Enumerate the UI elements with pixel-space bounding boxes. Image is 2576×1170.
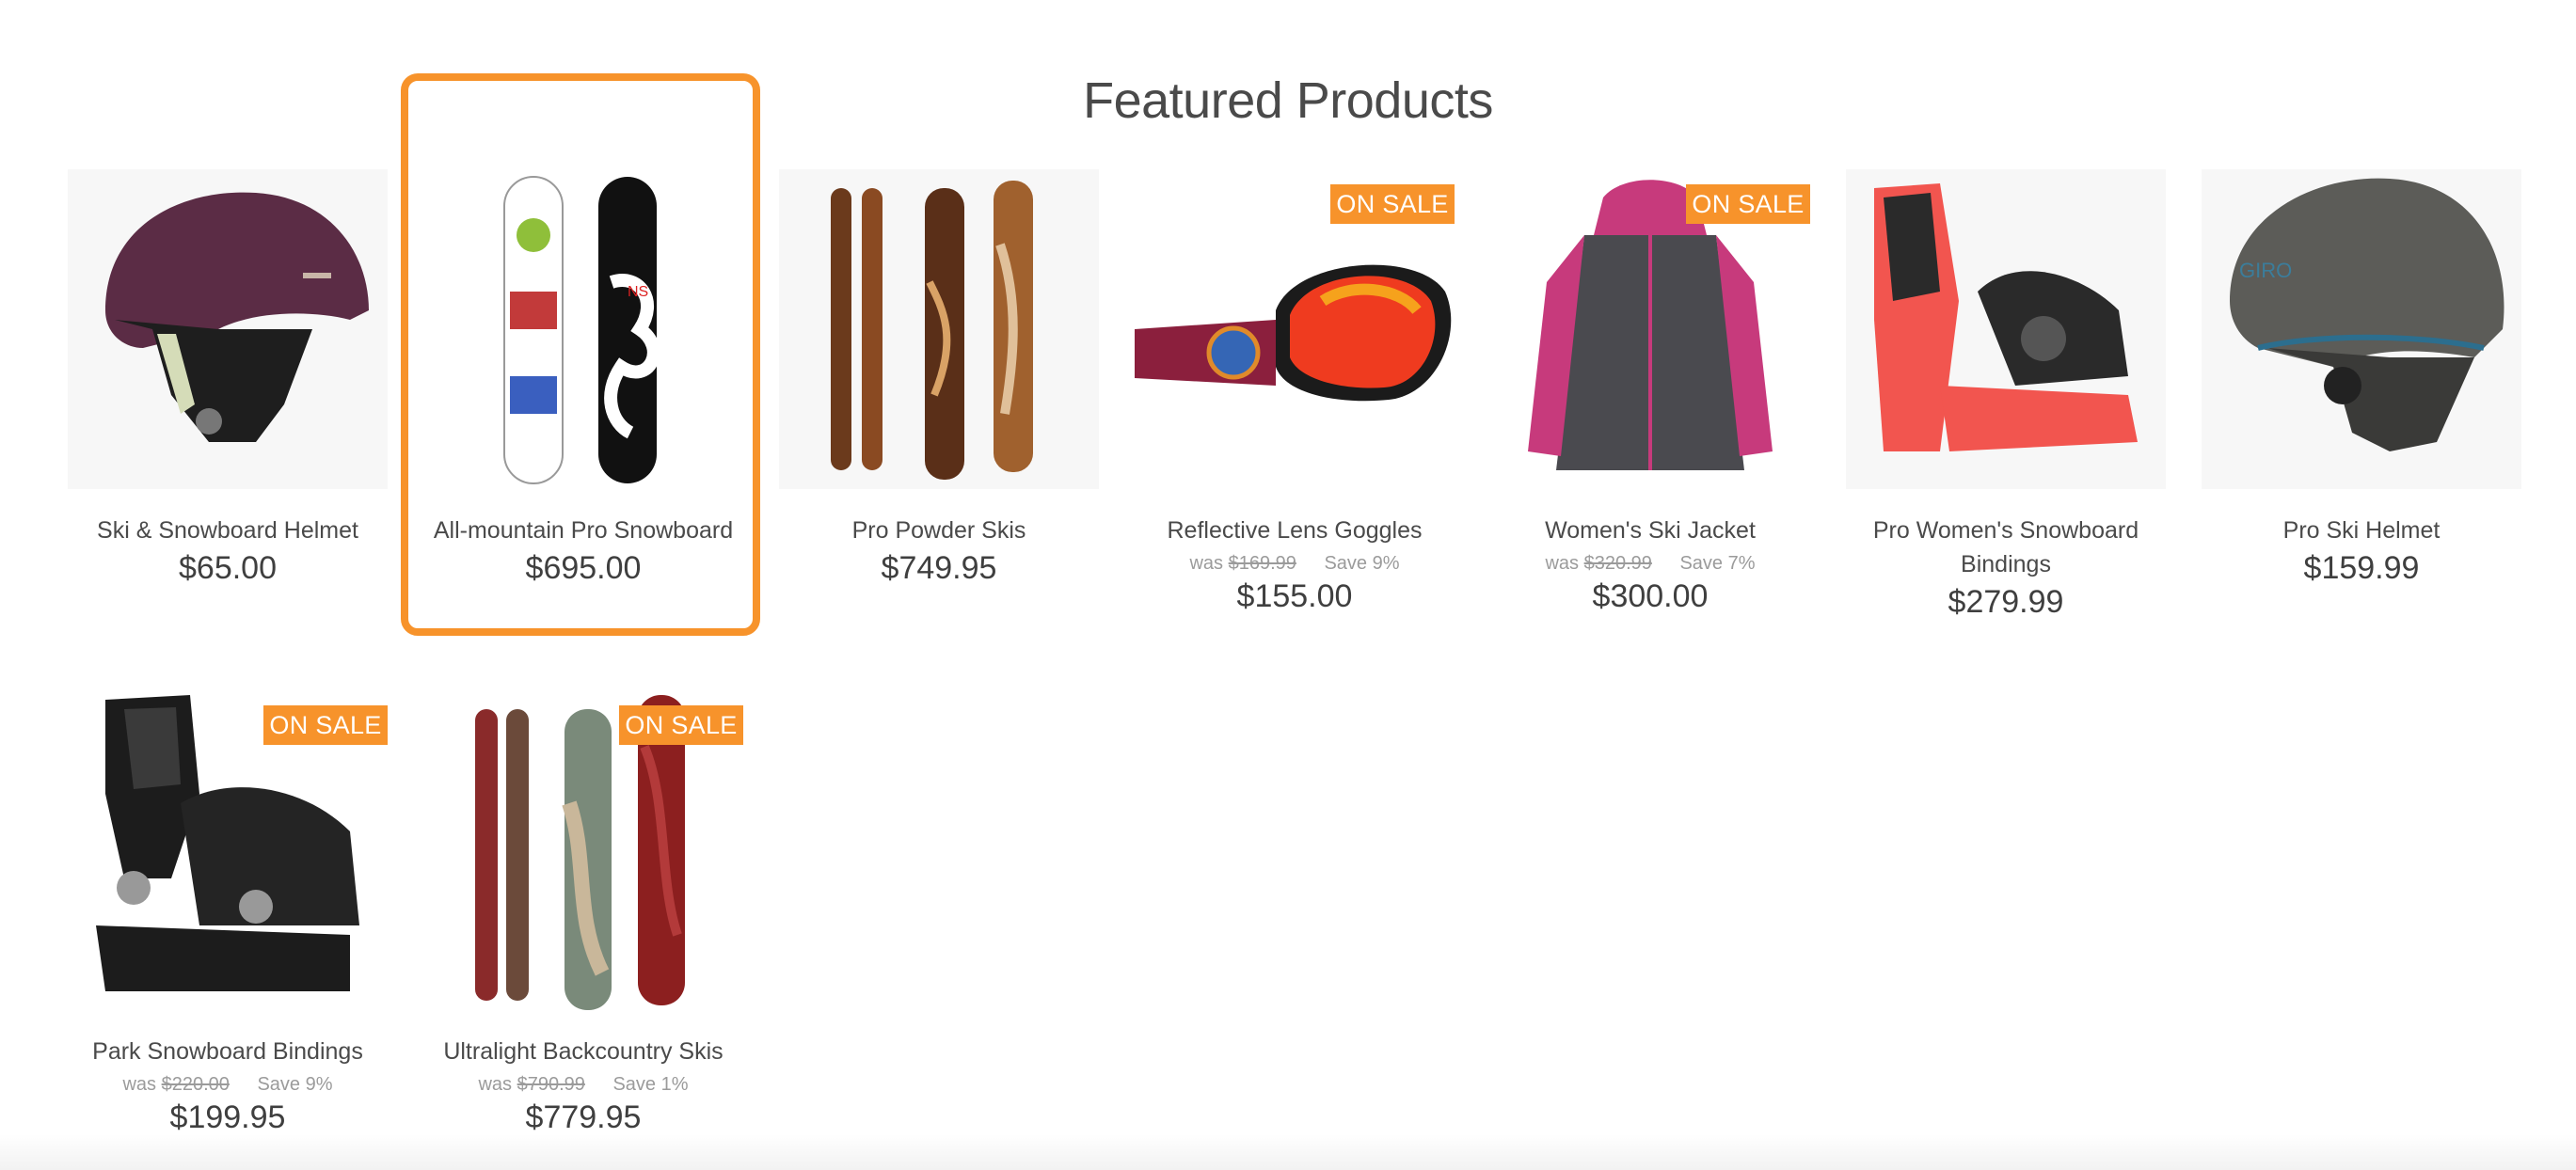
product-price: $199.95 <box>169 1099 286 1135</box>
on-sale-badge: ON SALE <box>263 705 388 745</box>
product-price: $65.00 <box>179 550 277 586</box>
save-percent: Save 7% <box>1679 553 1756 574</box>
product-image[interactable] <box>779 169 1099 489</box>
product-card[interactable]: GIRO Pro Ski Helmet $159.99 <box>2202 169 2521 589</box>
section-title: Featured Products <box>1083 72 1493 129</box>
save-percent: Save 1% <box>612 1074 689 1095</box>
product-card[interactable]: Pro Women's Snowboard Bindings $279.99 <box>1846 169 2166 623</box>
bindings-icon <box>1874 183 2138 451</box>
was-label: was <box>1189 553 1224 574</box>
product-image[interactable]: ON SALE <box>1490 169 1810 489</box>
save-percent: Save 9% <box>257 1074 333 1095</box>
product-card[interactable]: ON SALE Reflective Lens Goggles was $169… <box>1135 169 1455 617</box>
was-price-line: was $169.99 Save 9% <box>1135 551 1455 576</box>
product-price: $300.00 <box>1592 578 1709 614</box>
product-name[interactable]: Ski & Snowboard Helmet <box>68 514 388 547</box>
product-price: $695.00 <box>525 550 642 586</box>
svg-text:GIRO: GIRO <box>2239 259 2292 282</box>
was-label: was <box>122 1074 157 1095</box>
product-price: $779.95 <box>525 1099 642 1135</box>
product-name[interactable]: Reflective Lens Goggles <box>1135 514 1455 547</box>
product-card[interactable]: ON SALE Women's Ski Jacket was $320.99 S… <box>1490 169 1810 617</box>
product-name[interactable]: Park Snowboard Bindings <box>68 1035 388 1068</box>
on-sale-badge: ON SALE <box>1686 184 1810 224</box>
product-card[interactable]: Ski & Snowboard Helmet $65.00 <box>68 169 388 589</box>
on-sale-badge: ON SALE <box>1330 184 1455 224</box>
product-image[interactable]: GIRO <box>2202 169 2521 489</box>
product-card[interactable]: NS All-mountain Pro Snowboard $695.00 <box>423 169 743 589</box>
product-name[interactable]: Women's Ski Jacket <box>1490 514 1810 547</box>
was-price: $790.99 <box>517 1074 585 1095</box>
product-name[interactable]: Pro Powder Skis <box>779 514 1099 547</box>
was-price-line: was $790.99 Save 1% <box>423 1072 743 1097</box>
svg-text:NS: NS <box>628 284 648 300</box>
product-price: $159.99 <box>2303 550 2420 586</box>
was-price: $320.99 <box>1583 553 1652 574</box>
product-card[interactable]: ON SALE Ultralight Backcountry Skis was … <box>423 690 743 1138</box>
product-image[interactable]: ON SALE <box>68 690 388 1010</box>
was-price: $169.99 <box>1228 553 1296 574</box>
product-card[interactable]: Pro Powder Skis $749.95 <box>779 169 1099 589</box>
product-name[interactable]: Ultralight Backcountry Skis <box>423 1035 743 1068</box>
was-label: was <box>478 1074 513 1095</box>
helmet-icon: GIRO <box>2230 178 2504 451</box>
product-name[interactable]: All-mountain Pro Snowboard <box>423 514 743 547</box>
snowboard-icon: NS <box>503 176 660 484</box>
product-price: $155.00 <box>1236 578 1353 614</box>
was-price: $220.00 <box>161 1074 230 1095</box>
product-card[interactable]: ON SALE Park Snowboard Bindings was $220… <box>68 690 388 1138</box>
product-image[interactable] <box>68 169 388 489</box>
was-price-line: was $320.99 Save 7% <box>1490 551 1810 576</box>
product-image[interactable]: ON SALE <box>1135 169 1455 489</box>
product-name[interactable]: Pro Women's Snowboard Bindings <box>1846 514 2166 581</box>
was-price-line: was $220.00 Save 9% <box>68 1072 388 1097</box>
product-image[interactable]: NS <box>423 169 743 489</box>
product-price: $279.99 <box>1948 584 2064 620</box>
helmet-icon <box>105 192 369 442</box>
skis-icon <box>831 181 1033 480</box>
was-label: was <box>1545 553 1580 574</box>
product-image[interactable]: ON SALE <box>423 690 743 1010</box>
on-sale-badge: ON SALE <box>619 705 743 745</box>
product-image[interactable] <box>1846 169 2166 489</box>
product-price: $749.95 <box>881 550 997 586</box>
page-bottom-edge <box>0 1134 2576 1170</box>
product-name[interactable]: Pro Ski Helmet <box>2202 514 2521 547</box>
save-percent: Save 9% <box>1324 553 1400 574</box>
